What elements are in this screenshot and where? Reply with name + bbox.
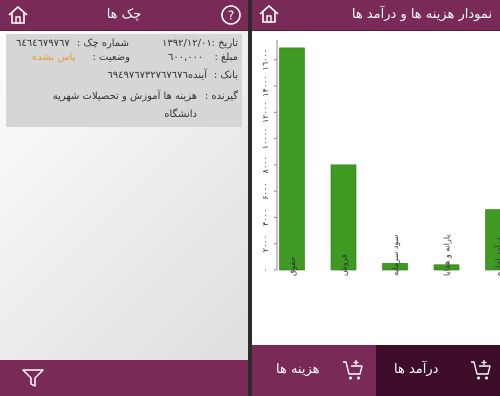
x-tick-label: فروش: [340, 254, 349, 276]
check-date-value: ۱۳۹۲/۱۲/۰۱: [162, 38, 212, 49]
income-bar-chart: ۰ ۲۰۰۰ ۴۰۰۰ ۶۰۰۰ ۸۰۰۰ ۱۰۰۰۰ ۱۲۰۰۰ ۱۴۰۰۰ ۱٦۰۰۰ حق…: [261, 40, 500, 276]
x-tick-label: درآمد اجاره: [493, 237, 500, 276]
check-number-value: ٦٤٦٤٦٧٩٧٦٧: [16, 38, 70, 49]
checks-footer: [0, 360, 248, 396]
cart-add-icon: [471, 360, 491, 380]
svg-text:?: ?: [228, 9, 234, 23]
help-icon[interactable]: ?: [220, 4, 242, 26]
x-tick-label: سود سرمایه: [391, 234, 400, 276]
check-amount-value: ٦۰۰,۰۰۰: [168, 52, 204, 63]
tab-income[interactable]: درآمد ها: [376, 345, 500, 396]
check-status-value: پاس نشده: [32, 52, 76, 63]
checks-title: چک ها: [106, 7, 142, 22]
y-tick-label: ۶۰۰۰: [261, 183, 270, 200]
y-tick-label: ۲۰۰۰: [261, 235, 270, 252]
check-date-label: تاریخ :: [211, 38, 238, 49]
check-amount-label: مبلغ :: [214, 52, 238, 63]
check-number-label: شماره چک :: [76, 38, 129, 49]
y-axis: ۰ ۲۰۰۰ ۴۰۰۰ ۶۰۰۰ ۸۰۰۰ ۱۰۰۰۰ ۱۲۰۰۰ ۱۴۰۰۰ ۱٦۰۰۰: [261, 40, 278, 272]
checks-header: چک ها ?: [0, 0, 248, 31]
check-status-label: وضعیت :: [92, 52, 130, 63]
x-tick-label: یارانه و هدایا: [443, 234, 452, 276]
bar: [279, 47, 305, 271]
y-tick-label: ۱۲۰۰۰: [261, 102, 270, 123]
check-card[interactable]: تاریخ : ۱۳۹۲/۱۲/۰۱ شماره چک : ٦٤٦٤٦٧٩٧٦٧…: [6, 34, 242, 127]
x-axis-labels: حقوق فروش سود سرمایه یارانه و هدایا درآمد اج…: [288, 234, 500, 276]
check-receiver-value-line2: دانشگاه: [164, 109, 197, 120]
y-tick-label: ۱۴۰۰۰: [261, 75, 270, 96]
cart-add-icon: [343, 360, 363, 380]
x-tick-label: حقوق: [288, 257, 297, 276]
chart-header: نمودار هزینه ها و درآمد ها: [252, 0, 500, 31]
home-icon[interactable]: [258, 4, 280, 24]
check-bank-value: آینده٦٩٤٩٧٦٧٣٢٧٦٧٦٧٦: [107, 70, 207, 81]
chart-tabs: هزینه ها درآمد ها: [252, 345, 500, 396]
check-receiver-value: هزینه ها آموزش و تحصیلات شهریه: [52, 91, 197, 102]
y-tick-label: ۱۰۰۰۰: [261, 128, 270, 149]
home-icon[interactable]: [7, 5, 29, 25]
y-tick-label: ۰: [261, 268, 270, 272]
y-tick-label: ۴۰۰۰: [261, 209, 270, 226]
tab-expenses-label: هزینه ها: [276, 362, 320, 377]
y-tick-label: ۸۰۰۰: [261, 156, 270, 173]
chart-title: نمودار هزینه ها و درآمد ها: [351, 7, 492, 22]
check-receiver-label: گیرنده :: [204, 91, 238, 102]
bar-series: [279, 47, 500, 271]
tab-expenses[interactable]: هزینه ها: [252, 345, 376, 396]
chart-screen: نمودار هزینه ها و درآمد ها ۰ ۲۰۰۰ ۴۰۰۰ ۶۰۰۰…: [252, 0, 500, 396]
checks-screen: چک ها ? تاریخ : ۱۳۹۲/۱۲/۰۱ شماره چک : ٦٤…: [0, 0, 248, 396]
filter-icon[interactable]: [22, 368, 44, 388]
check-bank-label: بانک :: [213, 70, 238, 81]
tab-income-label: درآمد ها: [394, 362, 439, 377]
y-tick-label: ۱٦۰۰۰: [261, 49, 270, 70]
